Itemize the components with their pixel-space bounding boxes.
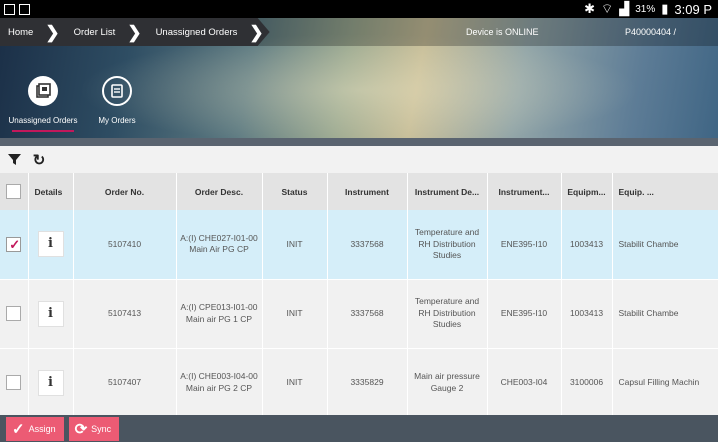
assign-label: Assign [28,423,56,434]
select-all-checkbox[interactable] [6,184,22,199]
screenshot-icon [19,3,30,15]
wifi-icon: ⌔ [601,1,614,16]
instrument: 3337568 [327,210,408,280]
equipment-description: Stabilit Chambe [612,279,718,349]
order-status: INIT [262,279,328,349]
unassigned-orders-icon [28,76,58,106]
instrument: 3337568 [327,279,408,349]
info-icon[interactable]: i [37,369,64,396]
order-status: INIT [262,210,328,280]
sync-button[interactable]: ⟳ Sync [68,416,120,441]
column-header[interactable]: Equipm... [561,173,613,210]
instrument-id: ENE395-I10 [487,210,562,280]
column-header[interactable]: Details [28,173,74,210]
order-number: 5107410 [73,210,177,280]
select-all-header[interactable] [0,173,29,210]
order-description: A:(I) CPE013-I01-00 Main air PG 1 CP [176,279,263,349]
column-header[interactable]: Instrument De... [407,173,488,210]
column-header[interactable]: Instrument... [487,173,562,210]
chevron-right-icon: ❯ [127,22,142,42]
signal-icon: ▟ [619,1,630,16]
breadcrumb: Home ❯ Order List ❯ Unassigned Orders ❯ [0,18,270,46]
table-toolbar: ↻ [0,146,718,173]
tab-label: My Orders [98,116,136,125]
user-id: P40000404 / [625,27,677,37]
order-description: A:(I) CHE003-I04-00 Main air PG 2 CP [176,348,263,418]
screen-icon [4,3,15,15]
clock: 3:09 P [674,1,712,17]
row-checkbox[interactable] [6,236,22,253]
filter-icon[interactable] [3,149,25,171]
tab-my-orders[interactable]: My Orders [86,76,148,136]
action-bar: ✓ Assign ⟳ Sync [0,415,718,442]
row-checkbox[interactable] [6,306,22,321]
info-icon[interactable]: i [37,231,64,258]
device-status: Device is ONLINE [466,27,539,37]
column-header[interactable]: Order Desc. [176,173,263,210]
instrument: 3335829 [327,348,408,418]
order-tabs: Unassigned Orders My Orders [0,76,148,136]
chevron-right-icon: ❯ [249,22,264,42]
equipment: 3100006 [561,348,613,418]
column-header[interactable]: Status [262,173,328,210]
refresh-icon[interactable]: ↻ [28,149,50,171]
table-row[interactable]: i 5107413 A:(I) CPE013-I01-00 Main air P… [0,279,718,349]
instrument-description: Temperature and RH Distribution Studies [407,210,488,280]
bluetooth-icon: ✱ [584,1,595,16]
instrument-description: Main air pressure Gauge 2 [407,348,488,418]
equipment-description: Capsul Filling Machin [612,348,718,418]
order-number: 5107413 [73,279,177,349]
equipment-description: Stabilit Chambe [612,210,718,280]
column-header[interactable]: Order No. [73,173,177,210]
chevron-right-icon: ❯ [45,22,60,42]
instrument-id: CHE003-I04 [487,348,562,418]
sync-label: Sync [91,423,112,434]
orders-table: Details Order No. Order Desc. Status Ins… [0,173,718,418]
battery-icon: ▮ [661,1,669,16]
breadcrumb-unassigned-orders[interactable]: Unassigned Orders [156,27,238,38]
breadcrumb-home[interactable]: Home [8,27,33,38]
my-orders-icon [102,76,132,106]
instrument-description: Temperature and RH Distribution Studies [407,279,488,349]
battery-level: 31% [635,3,656,15]
order-number: 5107407 [73,348,177,418]
assign-button[interactable]: ✓ Assign [6,416,64,441]
table-row[interactable]: i 5107410 A:(I) CHE027-I01-00 Main Air P… [0,210,718,280]
tab-unassigned-orders[interactable]: Unassigned Orders [0,76,86,136]
instrument-id: ENE395-I10 [487,279,562,349]
breadcrumb-bar: Home ❯ Order List ❯ Unassigned Orders ❯ … [0,18,718,46]
checkmark-icon: ✓ [12,420,25,438]
equipment: 1003413 [561,210,613,280]
column-header[interactable]: Instrument [327,173,408,210]
breadcrumb-order-list[interactable]: Order List [74,27,116,38]
table-header: Details Order No. Order Desc. Status Ins… [0,173,718,210]
equipment: 1003413 [561,279,613,349]
table-row[interactable]: i 5107407 A:(I) CHE003-I04-00 Main air P… [0,348,718,418]
tab-label: Unassigned Orders [8,116,78,125]
column-header[interactable]: Equip. ... [612,173,718,210]
info-icon[interactable]: i [37,300,64,327]
sync-icon: ⟳ [74,420,88,438]
status-bar: ✱ ⌔ ▟ 31% ▮ 3:09 P [0,0,718,18]
order-status: INIT [262,348,328,418]
order-description: A:(I) CHE027-I01-00 Main Air PG CP [176,210,263,280]
row-checkbox[interactable] [6,375,22,390]
